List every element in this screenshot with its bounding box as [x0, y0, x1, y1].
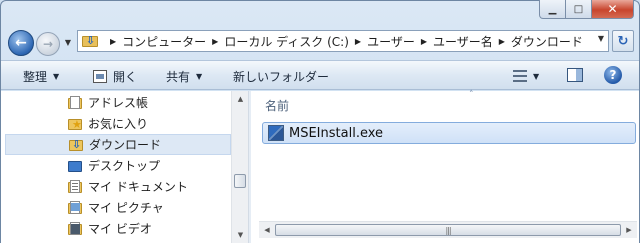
nav-vertical-scrollbar[interactable]: ▲ ▼: [231, 91, 248, 243]
open-label: 開く: [113, 70, 138, 84]
breadcrumb-separator[interactable]: ▶: [421, 37, 427, 46]
breadcrumb-separator[interactable]: ▶: [499, 37, 505, 46]
nav-item-downloads[interactable]: ⇩ ダウンロード: [5, 134, 231, 155]
refresh-icon: ↻: [617, 33, 629, 49]
back-arrow-icon: ←: [15, 35, 27, 51]
open-icon: [93, 70, 107, 83]
close-button[interactable]: ✕: [592, 0, 634, 19]
chevron-down-icon: ▼: [533, 71, 540, 81]
share-label: 共有: [166, 70, 191, 84]
nav-item-label: マイ ビデオ: [88, 222, 152, 236]
nav-item-desktop[interactable]: デスクトップ: [5, 155, 231, 176]
my-pictures-icon: [67, 200, 83, 216]
preview-pane-button[interactable]: [567, 68, 583, 82]
favorites-star-icon: ★: [67, 116, 83, 132]
forward-button[interactable]: →: [36, 32, 60, 56]
scroll-left-button[interactable]: ◀: [259, 222, 275, 238]
command-bar: 整理 ▼ 開く 共有 ▼ 新しいフォルダー ▼ ?: [1, 60, 639, 90]
chevron-down-icon: ▼: [53, 72, 60, 81]
new-folder-label: 新しいフォルダー: [233, 70, 330, 84]
organize-button[interactable]: 整理 ▼: [23, 68, 59, 85]
grip-icon: |||: [445, 225, 451, 235]
minimize-button[interactable]: ▁: [539, 0, 566, 19]
nav-item-label: お気に入り: [88, 117, 149, 131]
maximize-button[interactable]: □: [566, 0, 592, 19]
breadcrumb-separator[interactable]: ▶: [355, 37, 361, 46]
forward-arrow-icon: →: [42, 37, 54, 51]
chevron-down-icon: ▼: [196, 72, 203, 81]
downloads-folder-icon: ⇩: [82, 34, 100, 48]
change-view-button[interactable]: ▼: [513, 70, 539, 82]
nav-item-my-documents[interactable]: マイ ドキュメント: [5, 176, 231, 197]
nav-item-address-book[interactable]: アドレス帳: [5, 92, 231, 113]
breadcrumb-separator[interactable]: ▶: [212, 37, 218, 46]
column-header-label: 名前: [265, 99, 290, 113]
column-header-name[interactable]: 名前: [265, 97, 289, 114]
nav-item-my-pictures[interactable]: マイ ピクチャ: [5, 197, 231, 218]
breadcrumb-users[interactable]: ユーザー: [367, 33, 415, 50]
organize-label: 整理: [23, 70, 48, 84]
breadcrumb-separator[interactable]: ▶: [110, 37, 116, 46]
nav-item-favorites[interactable]: ★ お気に入り: [5, 113, 231, 134]
my-videos-icon: [67, 221, 83, 237]
preview-pane-icon: [567, 68, 583, 82]
file-name: MSEInstall.exe: [289, 125, 384, 141]
nav-item-my-videos[interactable]: マイ ビデオ: [5, 218, 231, 239]
recent-pages-dropdown[interactable]: ▼: [62, 37, 74, 49]
breadcrumb-downloads[interactable]: ダウンロード: [511, 33, 583, 50]
scroll-up-button[interactable]: ▲: [233, 91, 248, 107]
sort-ascending-icon: ˄: [469, 90, 474, 100]
nav-item-label: アドレス帳: [88, 96, 149, 110]
nav-item-label: ダウンロード: [89, 138, 162, 152]
breadcrumb-username[interactable]: ユーザー名: [433, 33, 493, 50]
breadcrumb-computer[interactable]: コンピューター: [122, 33, 206, 50]
new-folder-button[interactable]: 新しいフォルダー: [233, 68, 329, 85]
caption-buttons: ▁ □ ✕: [539, 0, 634, 19]
nav-item-label: マイ ピクチャ: [88, 201, 164, 215]
scroll-right-button[interactable]: ▶: [621, 222, 637, 238]
navigation-pane: アドレス帳 ★ お気に入り ⇩ ダウンロード デスクトップ マイ ドキュメント …: [1, 91, 248, 243]
address-dropdown-button[interactable]: ▼: [598, 34, 604, 43]
refresh-button[interactable]: ↻: [612, 30, 634, 52]
breadcrumb-local-disk[interactable]: ローカル ディスク (C:): [224, 33, 349, 50]
scroll-thumb[interactable]: [234, 174, 246, 188]
file-list-pane: 名前 ˄ MSEInstall.exe ◀ ||| ▶: [251, 90, 639, 243]
nav-item-label: デスクトップ: [88, 159, 161, 173]
share-button[interactable]: 共有 ▼: [166, 68, 202, 85]
open-button[interactable]: 開く: [93, 68, 137, 85]
scroll-thumb[interactable]: |||: [275, 224, 621, 236]
address-bar[interactable]: ⇩ ▶ コンピューター ▶ ローカル ディスク (C:) ▶ ユーザー ▶ ユー…: [77, 30, 609, 52]
downloads-folder-icon: ⇩: [68, 137, 84, 153]
help-icon: ?: [604, 66, 622, 84]
content-horizontal-scrollbar[interactable]: ◀ ||| ▶: [259, 221, 637, 238]
address-book-icon: [67, 95, 83, 111]
my-documents-icon: [67, 179, 83, 195]
desktop-folder-icon: [67, 158, 83, 174]
scroll-down-button[interactable]: ▼: [233, 227, 248, 243]
view-icon: [513, 70, 527, 82]
nav-item-label: マイ ドキュメント: [88, 180, 188, 194]
help-button[interactable]: ?: [604, 66, 622, 84]
file-item[interactable]: MSEInstall.exe: [262, 122, 636, 144]
exe-file-icon: [268, 125, 284, 141]
back-button[interactable]: ←: [8, 30, 34, 56]
